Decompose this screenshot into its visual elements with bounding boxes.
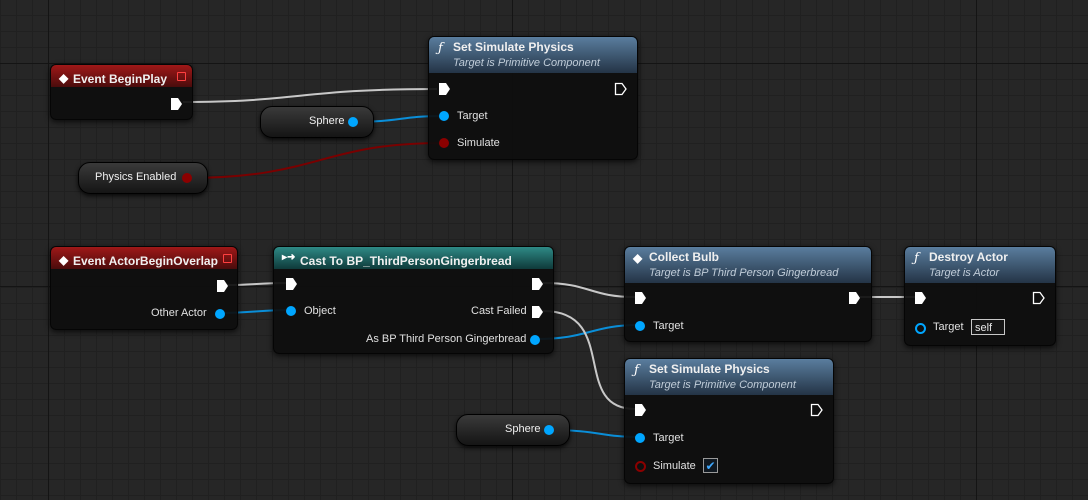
target-self-input[interactable]: self — [971, 319, 1005, 335]
as-bp-output-pin[interactable] — [530, 335, 540, 345]
collect-bulb-node[interactable]: ◆ Collect Bulb Target is BP Third Person… — [624, 246, 872, 342]
node-title: Event BeginPlay — [73, 72, 168, 86]
as-bp-pin-label: As BP Third Person Gingerbread — [366, 333, 527, 345]
node-header: ◆ Event BeginPlay — [51, 65, 192, 87]
simulate-pin-label: Simulate — [457, 137, 500, 149]
node-title: Destroy Actor — [929, 250, 1008, 264]
sphere-variable-node-2[interactable]: Sphere — [456, 414, 570, 446]
target-pin-label: Target — [933, 321, 964, 333]
node-header: ƒ Set Simulate Physics Target is Primiti… — [429, 37, 637, 73]
cast-arrow-icon: ▸➜ — [282, 252, 296, 263]
physics-enabled-variable-node[interactable]: Physics Enabled — [78, 162, 208, 194]
target-input-pin[interactable] — [439, 111, 449, 121]
target-input-pin[interactable] — [915, 323, 926, 334]
node-title: Set Simulate Physics — [649, 362, 770, 376]
event-diamond-icon: ◆ — [59, 253, 69, 267]
simulate-input-pin[interactable] — [635, 461, 646, 472]
simulate-checkbox[interactable]: ✔ — [703, 458, 718, 473]
other-actor-output-pin[interactable] — [215, 309, 225, 319]
object-pin-label: Object — [304, 305, 336, 317]
sphere-output-pin[interactable] — [348, 117, 358, 127]
simulate-input-pin[interactable] — [439, 138, 449, 148]
node-title: Set Simulate Physics — [453, 40, 574, 54]
target-pin-label: Target — [653, 432, 684, 444]
node-subtitle: Target is BP Third Person Gingerbread — [649, 267, 839, 279]
exec-wire-cast-to-collect — [542, 282, 636, 298]
variable-label: Sphere — [309, 115, 345, 127]
function-icon: ƒ — [438, 41, 443, 56]
node-title: Cast To BP_ThirdPersonGingerbread — [300, 254, 512, 268]
function-diamond-icon: ◆ — [633, 251, 643, 265]
node-subtitle: Target is Primitive Component — [649, 379, 796, 391]
node-header: ◆ Collect Bulb Target is BP Third Person… — [625, 247, 871, 283]
exec-wire-castfailed-to-setsim2 — [542, 310, 636, 410]
function-icon: ƒ — [914, 251, 919, 266]
node-subtitle: Target is Primitive Component — [453, 57, 600, 69]
cast-failed-pin-label: Cast Failed — [471, 305, 527, 317]
set-simulate-physics-node-2[interactable]: ƒ Set Simulate Physics Target is Primiti… — [624, 358, 834, 484]
cast-to-node[interactable]: ▸➜ Cast To BP_ThirdPersonGingerbread Obj… — [273, 246, 554, 354]
target-input-pin[interactable] — [635, 321, 645, 331]
other-actor-pin-label: Other Actor — [151, 307, 207, 319]
event-actorbeginoverlap-node[interactable]: ◆ Event ActorBeginOverlap Other Actor — [50, 246, 238, 330]
node-header: ƒ Set Simulate Physics Target is Primiti… — [625, 359, 833, 395]
object-input-pin[interactable] — [286, 306, 296, 316]
sphere-variable-node[interactable]: Sphere — [260, 106, 374, 138]
target-input-pin[interactable] — [635, 433, 645, 443]
event-diamond-icon: ◆ — [59, 71, 69, 85]
simulate-pin-label: Simulate — [653, 460, 696, 472]
event-beginplay-node[interactable]: ◆ Event BeginPlay — [50, 64, 193, 120]
node-title: Event ActorBeginOverlap — [73, 254, 218, 268]
node-header: ƒ Destroy Actor Target is Actor — [905, 247, 1055, 283]
node-title: Collect Bulb — [649, 250, 720, 264]
function-icon: ƒ — [634, 363, 639, 378]
target-pin-label: Target — [653, 320, 684, 332]
bool-wire-physics-to-simulate — [185, 142, 444, 179]
node-subtitle: Target is Actor — [929, 267, 1000, 279]
sphere-output-pin[interactable] — [544, 425, 554, 435]
destroy-actor-node[interactable]: ƒ Destroy Actor Target is Actor Target s… — [904, 246, 1056, 346]
exec-wire-beginplay-to-setsim — [182, 88, 438, 103]
node-header: ◆ Event ActorBeginOverlap — [51, 247, 237, 269]
set-simulate-physics-node[interactable]: ƒ Set Simulate Physics Target is Primiti… — [428, 36, 638, 160]
node-header: ▸➜ Cast To BP_ThirdPersonGingerbread — [274, 247, 553, 269]
physics-enabled-output-pin[interactable] — [182, 173, 192, 183]
delegate-pin-icon[interactable] — [223, 254, 232, 263]
variable-label: Physics Enabled — [95, 171, 177, 183]
delegate-pin-icon[interactable] — [177, 72, 186, 81]
variable-label: Sphere — [505, 423, 541, 435]
target-pin-label: Target — [457, 110, 488, 122]
